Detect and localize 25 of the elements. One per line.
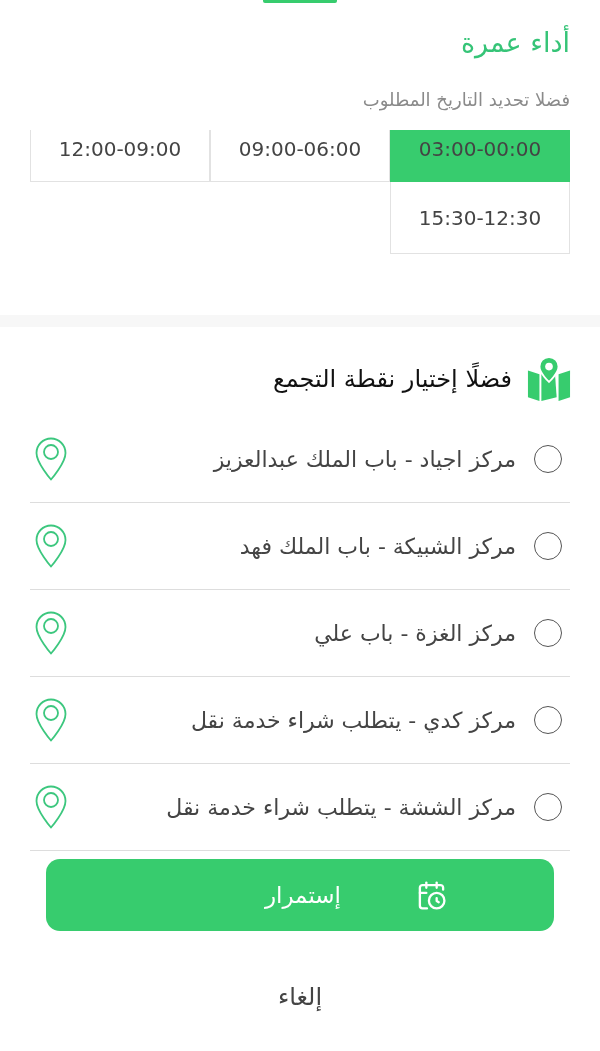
cancel-link[interactable]: إلغاء: [277, 983, 323, 1011]
time-slot[interactable]: 12:00-09:00: [30, 130, 210, 182]
map-pin-icon: [526, 357, 572, 401]
location-pin-icon: [35, 611, 67, 655]
time-slot[interactable]: 09:00-06:00: [210, 130, 390, 182]
radio-button[interactable]: [534, 793, 562, 821]
radio-button[interactable]: [534, 445, 562, 473]
location-pin-icon: [35, 698, 67, 742]
option-label: مركز الغزة - باب علي: [314, 619, 516, 649]
calendar-clock-icon: [416, 879, 447, 911]
option-label: مركز الشبيكة - باب الملك فهد: [239, 532, 516, 561]
location-pin-icon: [35, 785, 67, 829]
radio-button[interactable]: [534, 532, 562, 560]
radio-button[interactable]: [534, 706, 562, 734]
page-title: أداء عمرة: [459, 25, 570, 61]
radio-button[interactable]: [534, 619, 562, 647]
option-label: مركز اجياد - باب الملك عبدالعزيز: [213, 445, 516, 474]
time-slot[interactable]: 03:00-00:00: [390, 130, 570, 182]
time-slot[interactable]: 15:30-12:30: [390, 182, 570, 254]
section-heading: فضلًا إختيار نقطة التجمع: [272, 361, 512, 397]
page-subtitle: فضلا تحديد التاريخ المطلوب: [361, 88, 570, 112]
option-label: مركز الششة - يتطلب شراء خدمة نقل: [166, 793, 516, 822]
option-label: مركز كدي - يتطلب شراء خدمة نقل: [190, 706, 516, 735]
location-pin-icon: [35, 524, 67, 568]
location-pin-icon: [35, 437, 67, 481]
